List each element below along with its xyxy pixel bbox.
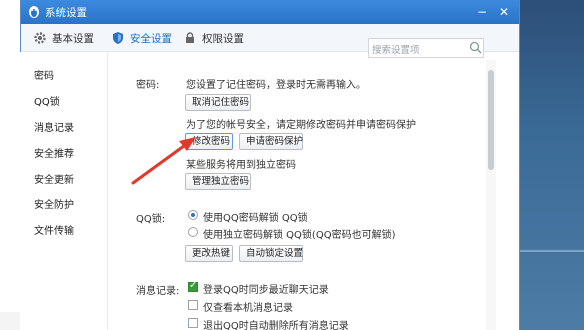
checkbox-local-log-only-label: 仅查看本机消息记录 xyxy=(203,303,293,314)
tab-security-settings[interactable]: 安全设置 xyxy=(111,24,172,52)
sidebar-item-security-recommend[interactable]: 安全推荐 xyxy=(34,146,74,164)
scrollbar-thumb[interactable] xyxy=(488,70,494,170)
checkbox-delete-on-exit-label: 退出QQ时自动删除所有消息记录 xyxy=(203,321,349,330)
shield-icon xyxy=(113,32,123,44)
tab-basic-settings[interactable]: 基本设置 xyxy=(33,24,94,52)
close-button[interactable]: ✕ xyxy=(495,3,513,21)
qq-lock-section-label: QQ锁: xyxy=(136,214,166,225)
change-hotkey-button[interactable]: 更改热键 xyxy=(185,245,233,262)
apply-password-protection-button[interactable]: 申请密码保护 xyxy=(239,133,303,150)
tab-label: 权限设置 xyxy=(202,32,244,45)
radio-independent-password-unlock[interactable] xyxy=(188,227,198,237)
desktop-horizon xyxy=(520,250,584,252)
sidebar-item-file-transfer[interactable]: 文件传输 xyxy=(34,223,74,241)
manage-independent-password-button[interactable]: 管理独立密码 xyxy=(185,173,251,190)
qq-penguin-icon xyxy=(29,6,39,18)
lock-icon xyxy=(186,32,194,43)
search-placeholder: 搜索设置项 xyxy=(372,45,420,56)
password-section-label: 密码: xyxy=(136,80,160,91)
tab-label: 基本设置 xyxy=(52,32,94,45)
minimize-button[interactable]: − xyxy=(473,3,491,21)
sidebar-item-security-update[interactable]: 安全更新 xyxy=(34,172,74,190)
sidebar-item-security-protection[interactable]: 安全防护 xyxy=(34,197,74,215)
checkbox-delete-on-exit[interactable] xyxy=(188,318,198,328)
checkbox-sync-recent-chat-label: 登录QQ时同步最近聊天记录 xyxy=(203,285,329,296)
radio-qq-password-unlock[interactable] xyxy=(188,210,198,220)
window-title: 系统设置 xyxy=(45,7,87,19)
radio-independent-password-unlock-label: 使用独立密码解锁 QQ锁(QQ密码也可解锁) xyxy=(203,230,396,241)
change-password-button[interactable]: 修改密码 xyxy=(185,133,233,150)
desktop-background xyxy=(520,0,584,330)
checkbox-local-log-only[interactable] xyxy=(188,300,198,310)
auto-lock-settings-button[interactable]: 自动锁定设置 xyxy=(239,245,303,262)
tab-label: 安全设置 xyxy=(130,32,172,45)
titlebar: 系统设置 − ✕ xyxy=(21,0,519,24)
message-log-section-label: 消息记录: xyxy=(136,286,180,297)
radio-qq-password-unlock-label: 使用QQ密码解锁 QQ锁 xyxy=(203,213,308,224)
password-advice-text: 为了您的帐号安全，请定期修改密码并申请密码保护 xyxy=(186,120,416,131)
gear-icon xyxy=(34,32,46,44)
search-icon[interactable] xyxy=(469,41,482,54)
independent-password-text: 某些服务将用到独立密码 xyxy=(186,160,296,171)
checkbox-sync-recent-chat[interactable] xyxy=(188,280,198,292)
sidebar-item-password[interactable]: 密码 xyxy=(34,68,54,86)
tab-permission-settings[interactable]: 权限设置 xyxy=(183,24,244,52)
sidebar-item-message-log[interactable]: 消息记录 xyxy=(34,120,74,138)
password-remembered-text: 您设置了记住密码，登录时无需再输入。 xyxy=(186,80,366,91)
cancel-remember-password-button[interactable]: 取消记住密码 xyxy=(185,94,251,111)
sidebar-item-qq-lock[interactable]: QQ锁 xyxy=(34,94,60,112)
